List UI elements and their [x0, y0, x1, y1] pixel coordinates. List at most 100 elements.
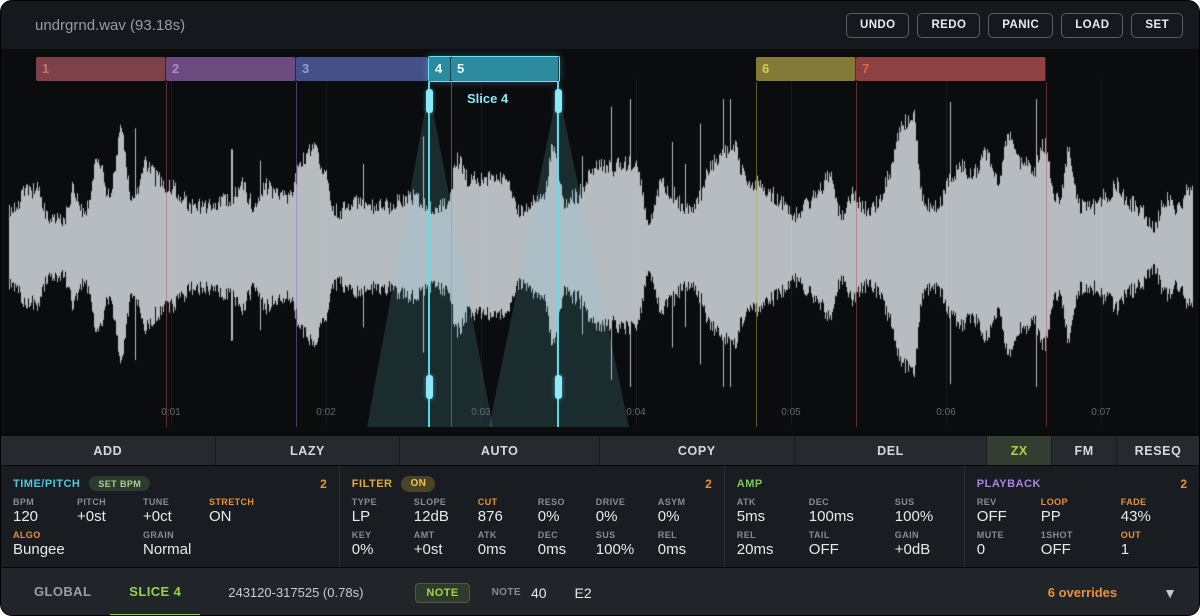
param-filter-slope[interactable]: SLOPE12dB: [414, 497, 478, 527]
tab-global[interactable]: GLOBAL: [15, 568, 110, 616]
set-button[interactable]: SET: [1131, 13, 1183, 38]
param-pitch[interactable]: PITCH+0st: [77, 497, 143, 527]
time-tick-label: 0:05: [781, 407, 800, 418]
fade-handle[interactable]: [555, 89, 562, 113]
fade-handle[interactable]: [426, 89, 433, 113]
slice-boundary-marker[interactable]: [756, 82, 757, 427]
waveform-panel[interactable]: Slice 4 0:010:020:030:040:050:060:071234…: [1, 49, 1199, 435]
time-gridline: [326, 79, 327, 425]
time-gridline: [171, 79, 172, 425]
fade-handle[interactable]: [426, 375, 433, 399]
param-filter-type[interactable]: TYPELP: [352, 497, 414, 527]
section-title: TIME/PITCH: [13, 478, 80, 490]
param-amp-rel[interactable]: REL20ms: [737, 530, 809, 560]
time-gridline: [791, 79, 792, 425]
time-gridline: [481, 79, 482, 425]
section-title: PLAYBACK: [977, 478, 1041, 490]
fade-handle[interactable]: [555, 375, 562, 399]
toolbar-lazy-button[interactable]: LAZY: [216, 436, 401, 465]
param-stretch[interactable]: STRETCHON: [209, 497, 293, 527]
time-gridline: [1101, 79, 1102, 425]
param-filter-sus[interactable]: SUS100%: [596, 530, 658, 560]
slice-bar-7[interactable]: 7: [856, 57, 1046, 81]
slice-boundary-marker[interactable]: [296, 82, 297, 427]
slice-bar-1[interactable]: 1: [36, 57, 166, 81]
time-tick-label: 0:01: [161, 407, 180, 418]
param-amp-tail[interactable]: TAILOFF: [809, 530, 895, 560]
param-algo[interactable]: ALGOBungee: [13, 530, 77, 560]
override-count-badge: 2: [705, 477, 712, 491]
toolbar-add-button[interactable]: ADD: [1, 436, 216, 465]
selected-slice-label: Slice 4: [467, 91, 508, 106]
override-count-badge: 2: [320, 477, 327, 491]
param-grain[interactable]: GRAINNormal: [143, 530, 209, 560]
toolbar-auto-button[interactable]: AUTO: [400, 436, 600, 465]
param-filter-atk[interactable]: ATK0ms: [478, 530, 538, 560]
param-filter-cut[interactable]: CUT876: [478, 497, 538, 527]
set-bpm-button[interactable]: SET BPM: [89, 476, 150, 491]
slice-bar-2[interactable]: 2: [166, 57, 296, 81]
toolbar-reseq-button[interactable]: RESEQ: [1117, 436, 1199, 465]
slice-bar-6[interactable]: 6: [756, 57, 856, 81]
note-label: NOTE: [492, 587, 521, 598]
toolbar-zx-button[interactable]: ZX: [987, 436, 1052, 465]
slice-boundary-marker[interactable]: [1046, 82, 1047, 427]
load-button[interactable]: LOAD: [1061, 13, 1123, 38]
toolbar-fm-button[interactable]: FM: [1052, 436, 1117, 465]
undo-button[interactable]: UNDO: [846, 13, 909, 38]
section-amp: AMP ATK5ms DEC100ms SUS100% REL20ms TAIL…: [725, 466, 965, 567]
param-tune[interactable]: TUNE+0ct: [143, 497, 209, 527]
overrides-count: 6 overrides: [1048, 585, 1117, 600]
param-filter-dec[interactable]: DEC0ms: [538, 530, 596, 560]
slice-number: 2: [166, 57, 295, 81]
slice-bar-3[interactable]: 3: [296, 57, 429, 81]
param-amp-sus[interactable]: SUS100%: [895, 497, 953, 527]
time-tick-label: 0:04: [626, 407, 645, 418]
note-value[interactable]: 40: [531, 585, 547, 601]
panic-button[interactable]: PANIC: [988, 13, 1053, 38]
param-filter-rel[interactable]: REL0ms: [658, 530, 713, 560]
param-filter-key[interactable]: KEY0%: [352, 530, 414, 560]
param-amp-dec[interactable]: DEC100ms: [809, 497, 895, 527]
footer-bar: GLOBAL SLICE 4 243120-317525 (0.78s) NOT…: [1, 567, 1199, 616]
slice-boundary-marker[interactable]: [451, 82, 452, 427]
slice-toolbar: ADD LAZY AUTO COPY DEL ZX FM RESEQ: [1, 435, 1199, 465]
topbar-buttons: UNDO REDO PANIC LOAD SET: [846, 13, 1183, 38]
app-window: undrgrnd.wav (93.18s) UNDO REDO PANIC LO…: [0, 0, 1200, 616]
param-bpm[interactable]: BPM120: [13, 497, 77, 527]
param-amp-atk[interactable]: ATK5ms: [737, 497, 809, 527]
param-filter-amt[interactable]: AMT+0st: [414, 530, 478, 560]
param-filter-drive[interactable]: DRIVE0%: [596, 497, 658, 527]
param-1shot[interactable]: 1SHOTOFF: [1041, 530, 1121, 560]
redo-button[interactable]: REDO: [917, 13, 980, 38]
slice-range-readout: 243120-317525 (0.78s): [228, 585, 363, 600]
note-mode-pill[interactable]: NOTE: [415, 583, 469, 603]
param-mute[interactable]: MUTE0: [977, 530, 1041, 560]
override-count-badge: 2: [1180, 477, 1187, 491]
tab-slice-4[interactable]: SLICE 4: [110, 568, 200, 616]
section-title: AMP: [737, 478, 763, 490]
selected-slice-outline[interactable]: [428, 56, 560, 82]
section-playback: PLAYBACK 2 REVOFF LOOPPP FADE43% MUTE0 1…: [965, 466, 1199, 567]
param-amp-gain[interactable]: GAIN+0dB: [895, 530, 953, 560]
param-filter-reso[interactable]: RESO0%: [538, 497, 596, 527]
param-loop[interactable]: LOOPPP: [1041, 497, 1121, 527]
time-tick-label: 0:03: [471, 407, 490, 418]
slice-boundary-marker[interactable]: [166, 82, 167, 427]
note-name: E2: [575, 585, 592, 601]
parameter-panel: TIME/PITCH SET BPM 2 BPM120 PITCH+0st TU…: [1, 465, 1199, 567]
param-out[interactable]: OUT1: [1121, 530, 1177, 560]
time-tick-label: 0:07: [1091, 407, 1110, 418]
collapse-panel-button[interactable]: ▼: [1163, 585, 1177, 601]
filter-on-toggle[interactable]: ON: [401, 476, 435, 492]
toolbar-copy-button[interactable]: COPY: [600, 436, 795, 465]
param-filter-asym[interactable]: ASYM0%: [658, 497, 713, 527]
toolbar-del-button[interactable]: DEL: [795, 436, 988, 465]
file-title: undrgrnd.wav (93.18s): [35, 17, 185, 34]
param-fade[interactable]: FADE43%: [1121, 497, 1177, 527]
param-rev[interactable]: REVOFF: [977, 497, 1041, 527]
section-filter: FILTER ON 2 TYPELP SLOPE12dB CUT876 RESO…: [340, 466, 725, 567]
fade-overlay: [1, 49, 1199, 435]
slice-number: 7: [856, 57, 1045, 81]
slice-boundary-marker[interactable]: [856, 82, 857, 427]
